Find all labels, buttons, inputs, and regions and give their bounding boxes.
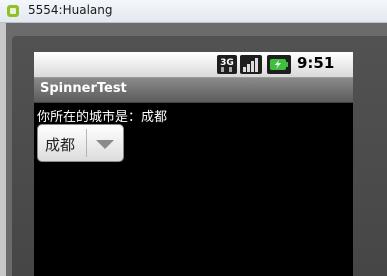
chevron-down-icon bbox=[96, 140, 114, 149]
spinner-selected-value: 成都 bbox=[45, 136, 76, 154]
city-prompt-text: 你所在的城市是：成都 bbox=[37, 110, 168, 125]
status-bar: 3G 9:51 AM bbox=[34, 52, 353, 89]
app-title: SpinnerTest bbox=[40, 81, 127, 96]
app-title-bar: SpinnerTest bbox=[34, 78, 353, 103]
network-3g-icon: 3G bbox=[217, 55, 237, 74]
window-title: 5554:Hualang bbox=[28, 3, 113, 17]
svg-text:3G: 3G bbox=[220, 58, 234, 68]
emulator-app-icon bbox=[7, 5, 19, 17]
battery-charging-icon bbox=[267, 55, 291, 74]
city-spinner[interactable]: 成都 bbox=[37, 124, 124, 162]
signal-icon bbox=[240, 55, 262, 74]
spinner-divider bbox=[86, 129, 87, 157]
emulator-titlebar: 5554:Hualang bbox=[0, 0, 387, 23]
device-screen: 3G 9:51 AM SpinnerTest 你所在的城市是：成都 成都 bbox=[34, 52, 353, 276]
